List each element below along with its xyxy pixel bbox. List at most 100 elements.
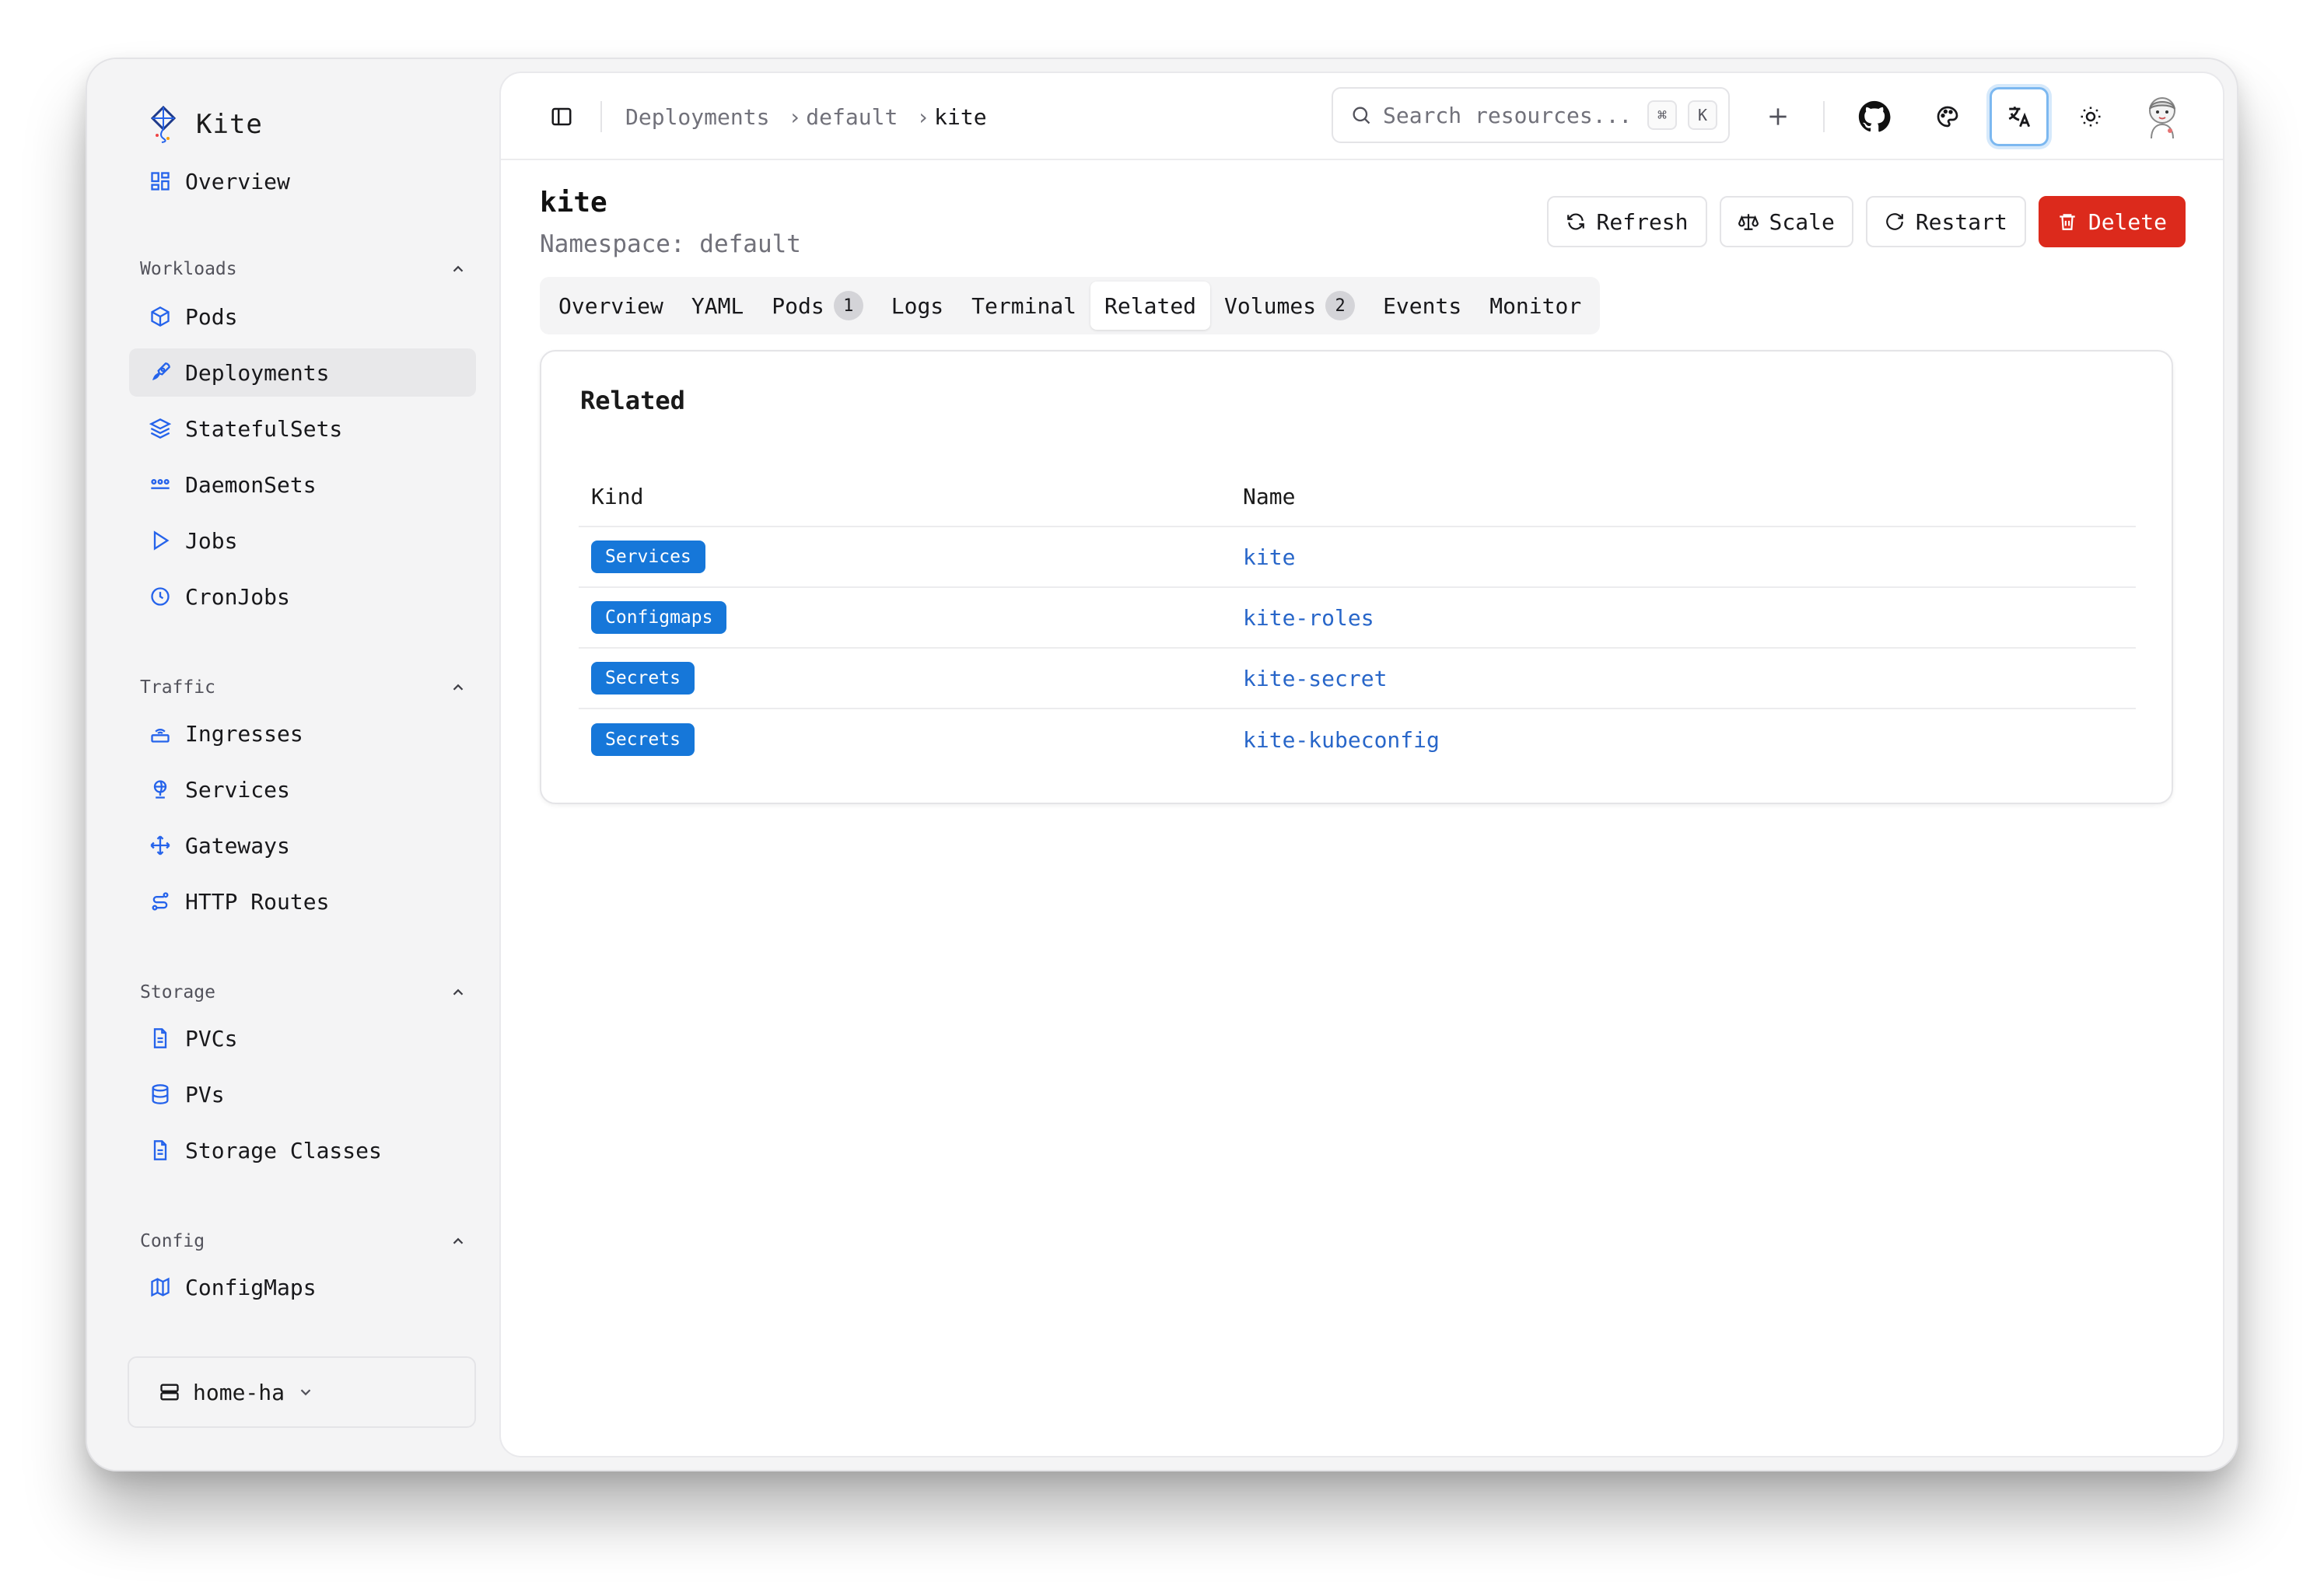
sidebar-item-label: Deployments bbox=[185, 359, 330, 386]
sidebar-item-configmaps[interactable]: ConfigMaps bbox=[129, 1263, 476, 1311]
sidebar-item-pvcs[interactable]: PVCs bbox=[129, 1014, 476, 1062]
create-resource-button[interactable] bbox=[1748, 87, 1808, 146]
tab-pods[interactable]: Pods 1 bbox=[758, 282, 877, 330]
restart-label: Restart bbox=[1915, 208, 2007, 235]
tab-monitor[interactable]: Monitor bbox=[1475, 282, 1595, 330]
route-icon bbox=[152, 892, 169, 911]
breadcrumb-deployments[interactable]: Deployments bbox=[625, 104, 769, 130]
group-header-traffic[interactable]: Traffic bbox=[140, 672, 467, 703]
kind-badge: Secrets bbox=[591, 662, 695, 695]
related-card: Related Kind Name Services kite Configma… bbox=[540, 350, 2173, 804]
sidebar-item-http-routes[interactable]: HTTP Routes bbox=[129, 877, 476, 925]
delete-button[interactable]: Delete bbox=[2038, 196, 2186, 247]
chevron-up-icon bbox=[453, 1237, 464, 1244]
page-subtitle: Namespace: default bbox=[540, 230, 801, 258]
tab-volumes[interactable]: Volumes 2 bbox=[1210, 282, 1369, 330]
github-button[interactable] bbox=[1845, 87, 1904, 146]
theme-toggle-button[interactable] bbox=[2061, 87, 2120, 146]
file-icon bbox=[153, 1028, 167, 1048]
tab-overview[interactable]: Overview bbox=[544, 282, 677, 330]
sidebar-item-pvs[interactable]: PVs bbox=[129, 1070, 476, 1118]
page-title: kite bbox=[540, 187, 607, 219]
sidebar-item-pods[interactable]: Pods bbox=[129, 292, 476, 341]
refresh-icon bbox=[1566, 213, 1584, 230]
sidebar-item-deployments[interactable]: Deployments bbox=[129, 348, 476, 397]
resource-link[interactable]: kite bbox=[1243, 544, 1295, 570]
action-bar: Refresh Scale Restart Delete bbox=[1546, 196, 2186, 247]
table-row: Secrets kite-kubeconfig bbox=[579, 709, 2136, 770]
chevron-up-icon bbox=[453, 265, 464, 272]
breadcrumb-current: kite bbox=[934, 103, 987, 130]
tab-related[interactable]: Related bbox=[1090, 282, 1211, 330]
sidebar-item-label: HTTP Routes bbox=[185, 888, 330, 915]
app-name: Kite bbox=[196, 109, 263, 140]
server-icon bbox=[160, 1384, 179, 1401]
resource-link[interactable]: kite-kubeconfig bbox=[1243, 727, 1440, 753]
translate-icon bbox=[2008, 107, 2031, 128]
sidebar-item-services[interactable]: Services bbox=[129, 765, 476, 813]
scale-label: Scale bbox=[1769, 208, 1835, 235]
search-icon bbox=[1353, 107, 1370, 124]
user-avatar[interactable] bbox=[2133, 87, 2192, 146]
table-row: Secrets kite-secret bbox=[579, 649, 2136, 709]
rocket-icon bbox=[152, 362, 170, 381]
tab-logs[interactable]: Logs bbox=[877, 282, 957, 330]
refresh-button[interactable]: Refresh bbox=[1546, 196, 1707, 247]
sidebar-toggle-button[interactable] bbox=[532, 87, 591, 146]
column-header-name: Name bbox=[1243, 483, 1296, 509]
kind-badge: Configmaps bbox=[591, 601, 727, 634]
scale-button[interactable]: Scale bbox=[1719, 196, 1853, 247]
sidebar-item-jobs[interactable]: Jobs bbox=[129, 516, 476, 565]
group-header-storage[interactable]: Storage bbox=[140, 977, 467, 1008]
tab-events[interactable]: Events bbox=[1369, 282, 1475, 330]
detail-tabs: Overview YAML Pods 1 Logs Terminal Relate… bbox=[540, 277, 1601, 334]
router-icon bbox=[151, 729, 170, 743]
tab-label: Overview bbox=[558, 292, 663, 319]
tab-count-badge: 1 bbox=[833, 291, 863, 320]
sidebar-item-label: ConfigMaps bbox=[185, 1274, 317, 1300]
kind-badge: Services bbox=[591, 541, 705, 573]
sidebar-item-gateways[interactable]: Gateways bbox=[129, 821, 476, 869]
restart-button[interactable]: Restart bbox=[1865, 196, 2026, 247]
file-icon bbox=[153, 1140, 167, 1160]
group-header-config[interactable]: Config bbox=[140, 1226, 467, 1257]
tab-label: Volumes bbox=[1224, 292, 1317, 319]
tab-label: Terminal bbox=[971, 292, 1077, 319]
sidebar-item-overview[interactable]: Overview bbox=[129, 157, 476, 205]
related-table: Kind Name Services kite Configmaps kite-… bbox=[579, 467, 2136, 770]
search-input[interactable]: Search resources... ⌘ K bbox=[1332, 87, 1730, 143]
resource-link[interactable]: kite-secret bbox=[1243, 666, 1387, 691]
box-icon bbox=[151, 306, 170, 327]
divider bbox=[1823, 101, 1825, 132]
sidebar-item-label: Overview bbox=[185, 168, 290, 194]
sidebar-item-label: DaemonSets bbox=[185, 471, 317, 498]
sidebar-item-daemonsets[interactable]: DaemonSets bbox=[129, 460, 476, 509]
sidebar-item-ingresses[interactable]: Ingresses bbox=[129, 709, 476, 758]
tab-label: Monitor bbox=[1489, 292, 1582, 319]
sidebar-item-statefulsets[interactable]: StatefulSets bbox=[129, 404, 476, 453]
tab-terminal[interactable]: Terminal bbox=[957, 282, 1090, 330]
github-icon bbox=[1858, 100, 1891, 132]
chevron-up-icon bbox=[453, 684, 464, 691]
cluster-selector[interactable]: home-ha bbox=[128, 1356, 476, 1428]
main-panel: Deployments › default › kite Search reso… bbox=[501, 73, 2223, 1456]
sidebar-item-storage-classes[interactable]: Storage Classes bbox=[129, 1126, 476, 1174]
brand[interactable]: Kite bbox=[148, 103, 263, 146]
tab-label: YAML bbox=[691, 292, 744, 319]
table-header: Kind Name bbox=[579, 467, 2136, 527]
language-button[interactable] bbox=[1990, 87, 2049, 146]
group-header-workloads[interactable]: Workloads bbox=[140, 254, 467, 285]
layers-icon bbox=[149, 418, 171, 439]
theme-palette-button[interactable] bbox=[1918, 87, 1977, 146]
column-header-kind: Kind bbox=[591, 483, 644, 509]
network-nodes-icon bbox=[151, 479, 170, 489]
play-icon bbox=[153, 530, 170, 551]
tab-count-badge: 2 bbox=[1325, 291, 1356, 320]
resource-link[interactable]: kite-roles bbox=[1243, 605, 1374, 631]
search-placeholder: Search resources... bbox=[1383, 102, 1633, 128]
tab-label: Pods bbox=[772, 292, 824, 319]
breadcrumb-namespace[interactable]: default bbox=[806, 104, 898, 130]
tab-yaml[interactable]: YAML bbox=[677, 282, 758, 330]
sidebar-item-cronjobs[interactable]: CronJobs bbox=[129, 572, 476, 621]
chevron-right-icon: › bbox=[916, 103, 930, 130]
